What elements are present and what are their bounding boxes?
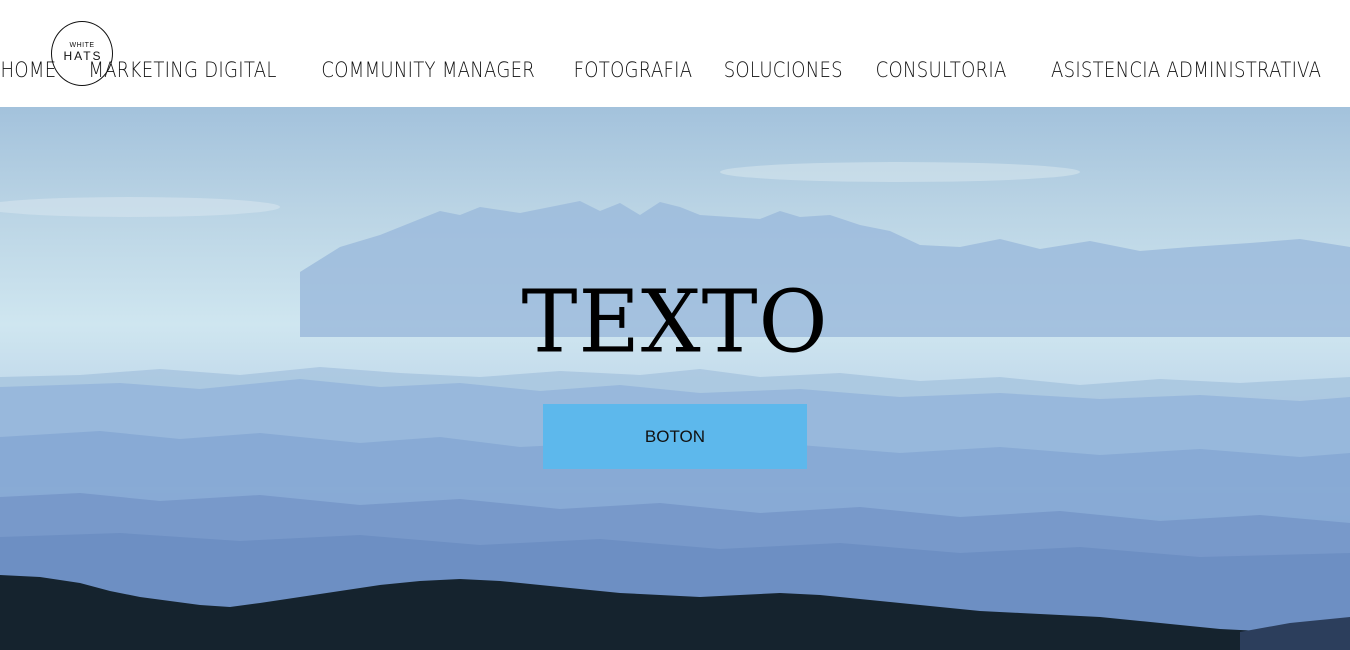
nav-item-marketing-digital[interactable]: MARKETING DIGITAL [88, 58, 276, 82]
nav-item-soluciones[interactable]: SOLUCIONES [724, 58, 843, 82]
nav-item-fotografia[interactable]: FOTOGRAFIA [574, 58, 693, 82]
nav-item-asistencia-administrativa[interactable]: ASISTENCIA ADMINISTRATIVA [1051, 58, 1321, 82]
hero-title: TEXTO [521, 272, 829, 372]
mountain-landscape-image [0, 162, 1350, 650]
hero-section: TEXTO BOTON [0, 107, 1350, 650]
nav-item-consultoria[interactable]: CONSULTORIA [875, 58, 1006, 82]
nav-item-community-manager[interactable]: COMMUNITY MANAGER [321, 58, 535, 82]
main-nav: HOME MARKETING DIGITAL COMMUNITY MANAGER… [0, 56, 1335, 84]
site-header: WHITE HATS HOME MARKETING DIGITAL COMMUN… [0, 0, 1350, 107]
hero-cta-button[interactable]: BOTON [543, 404, 807, 469]
nav-item-home[interactable]: HOME [0, 58, 56, 82]
